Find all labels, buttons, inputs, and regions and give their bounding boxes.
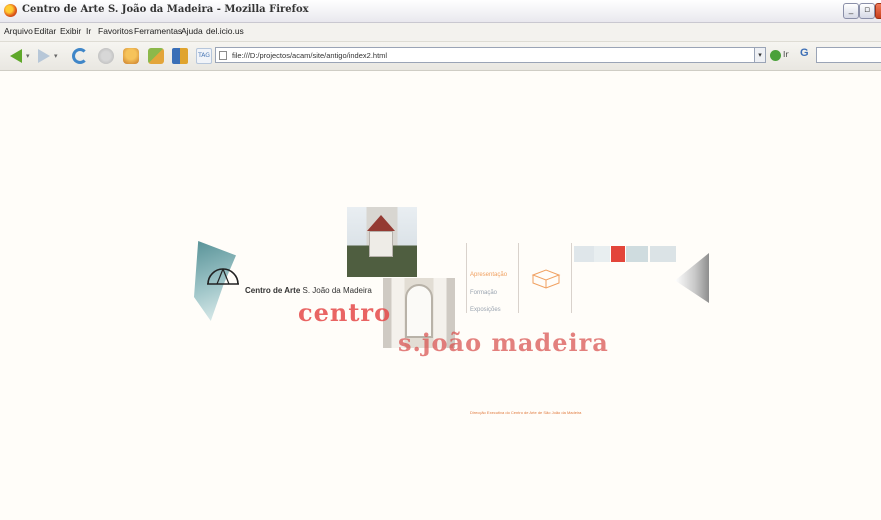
back-dropdown-icon[interactable]: ▾ — [26, 52, 30, 60]
menu-exibir[interactable]: Exibir — [60, 26, 81, 36]
tag-icon[interactable]: TAG — [196, 48, 212, 64]
back-arrow-icon[interactable] — [10, 49, 22, 63]
big-title-line1: centro — [298, 298, 392, 327]
box-icon — [531, 269, 561, 289]
url-dropdown-button[interactable]: ▾ — [754, 47, 766, 63]
page-content: Centro de Arte S. João da Madeira Aprese… — [0, 71, 881, 520]
window-title-bar: Centro de Arte S. João da Madeira - Mozi… — [0, 0, 881, 23]
menu-editar[interactable]: Editar — [34, 26, 56, 36]
reload-icon[interactable] — [72, 48, 88, 64]
big-title-line2: s.joão madeira — [398, 328, 609, 357]
menu-arquivo[interactable]: Arquivo — [4, 26, 33, 36]
building-body-shape — [369, 231, 393, 257]
close-button[interactable] — [875, 3, 881, 19]
logo-text-regular: S. João da Madeira — [302, 286, 372, 295]
divider-line — [466, 243, 467, 313]
logo-text-bold: Centro de Arte — [245, 286, 301, 295]
logo-arc-icon — [207, 268, 239, 285]
decorative-shape — [675, 253, 709, 303]
forward-arrow-icon[interactable] — [38, 49, 50, 63]
minimize-button[interactable]: _ — [843, 3, 859, 19]
menu-ir[interactable]: Ir — [86, 26, 91, 36]
stop-icon[interactable] — [98, 48, 114, 64]
menu-delicious[interactable]: del.icio.us — [206, 26, 244, 36]
building-photo — [347, 207, 417, 277]
search-input[interactable] — [816, 47, 881, 63]
nav-exposicoes[interactable]: Exposições — [470, 307, 501, 313]
bookmark-icon[interactable] — [148, 48, 164, 64]
forward-dropdown-icon[interactable]: ▾ — [54, 52, 58, 60]
color-strip-block-active[interactable] — [611, 246, 625, 262]
home-icon[interactable] — [123, 48, 139, 64]
url-bar[interactable]: file:///D:/projectos/acam/site/antigo/in… — [215, 47, 755, 63]
divider-line — [571, 243, 572, 313]
go-label[interactable]: Ir — [783, 50, 789, 59]
nav-formacao[interactable]: Formação — [470, 290, 497, 296]
divider-line — [518, 243, 519, 313]
color-strip-block[interactable] — [626, 246, 648, 262]
search-engine-icon[interactable]: G — [800, 47, 814, 63]
menu-ferramentas[interactable]: Ferramentas — [134, 26, 182, 36]
color-strip-block[interactable] — [650, 246, 676, 262]
color-strip-block[interactable] — [574, 246, 594, 262]
menu-ajuda[interactable]: Ajuda — [181, 26, 203, 36]
sidebar-icon[interactable] — [172, 48, 188, 64]
navigation-toolbar: ▾ ▾ TAG file:///D:/projectos/acam/site/a… — [0, 42, 881, 71]
go-icon[interactable] — [770, 50, 781, 61]
menu-favoritos[interactable]: Favoritos — [98, 26, 133, 36]
page-icon — [219, 51, 227, 60]
footer-credit[interactable]: Direcção Executiva do Centro de Arte de … — [470, 410, 581, 415]
site-logo-text[interactable]: Centro de Arte S. João da Madeira — [245, 286, 372, 295]
nav-apresentacao[interactable]: Apresentação — [470, 272, 507, 278]
window-title: Centro de Arte S. João da Madeira - Mozi… — [22, 4, 309, 15]
url-text[interactable]: file:///D:/projectos/acam/site/antigo/in… — [232, 51, 387, 60]
maximize-button[interactable]: ▫ — [859, 3, 875, 19]
building-roof-shape — [367, 215, 395, 231]
firefox-icon — [4, 4, 17, 17]
menu-bar: Arquivo Editar Exibir Ir Favoritos Ferra… — [0, 23, 881, 42]
color-strip-block[interactable] — [594, 246, 610, 262]
